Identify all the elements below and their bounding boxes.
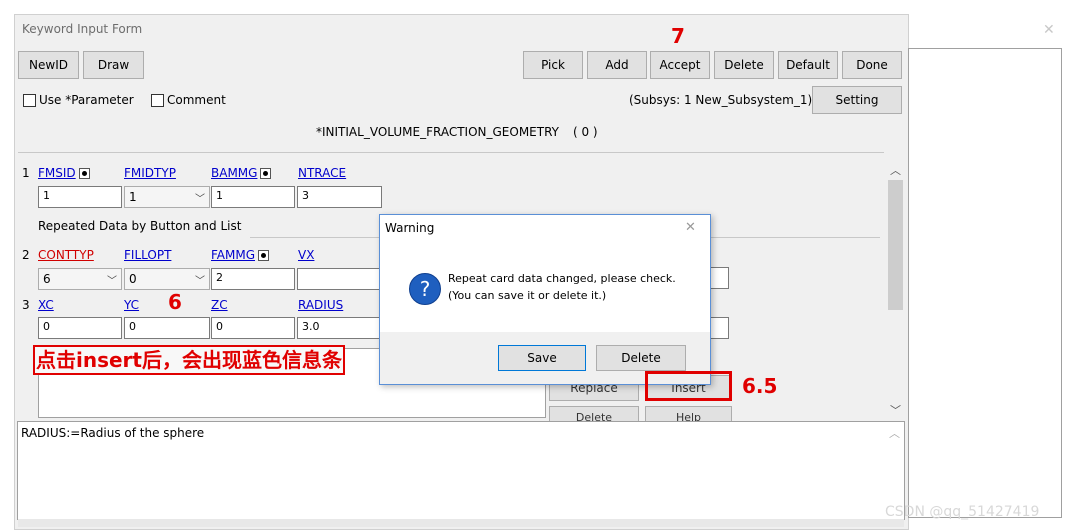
pick-dot-icon[interactable] bbox=[258, 250, 270, 261]
delete-button[interactable]: Delete bbox=[714, 51, 774, 79]
keyword-name: *INITIAL_VOLUME_FRACTION_GEOMETRY bbox=[316, 125, 559, 139]
xc-label[interactable]: XC bbox=[38, 298, 54, 312]
default-button[interactable]: Default bbox=[778, 51, 838, 79]
yc-link[interactable]: YC bbox=[124, 298, 139, 312]
yc-label[interactable]: YC bbox=[124, 298, 139, 312]
conttyp-select[interactable]: 6 ﹀ bbox=[38, 268, 122, 290]
bammg-label[interactable]: BAMMG bbox=[211, 166, 272, 180]
use-parameter-checkbox[interactable]: Use *Parameter bbox=[23, 93, 134, 107]
fammg-input[interactable]: 2 bbox=[211, 268, 295, 290]
vx-input[interactable] bbox=[297, 268, 382, 290]
separator bbox=[18, 152, 884, 153]
chevron-down-icon[interactable]: ﹀ bbox=[107, 272, 117, 287]
ntrace-label[interactable]: NTRACE bbox=[298, 166, 346, 180]
setting-button[interactable]: Setting bbox=[812, 86, 902, 114]
pick-dot-icon[interactable] bbox=[78, 168, 90, 179]
fillopt-select[interactable]: 0 ﹀ bbox=[124, 268, 210, 290]
fmidtyp-label[interactable]: FMIDTYP bbox=[124, 166, 176, 180]
xc-input[interactable]: 0 bbox=[38, 317, 122, 339]
watermark: CSDN @qq_51427419 bbox=[885, 504, 1040, 520]
fillopt-label[interactable]: FILLOPT bbox=[124, 248, 171, 262]
accept-button[interactable]: Accept bbox=[650, 51, 710, 79]
help-scroll-up-icon[interactable]: ︿ bbox=[889, 425, 900, 441]
ntrace-input[interactable]: 3 bbox=[297, 186, 382, 208]
radius-link[interactable]: RADIUS bbox=[298, 298, 343, 312]
list-delete-button[interactable]: Delete bbox=[549, 406, 639, 422]
add-button[interactable]: Add bbox=[587, 51, 647, 79]
help-text: RADIUS:=Radius of the sphere bbox=[21, 426, 205, 440]
card1-number: 1 bbox=[22, 166, 30, 180]
horizontal-scrollbar[interactable] bbox=[18, 519, 904, 527]
annotation-6-5: 6.5 bbox=[742, 374, 778, 398]
question-icon: ? bbox=[409, 273, 441, 305]
scrollbar-thumb[interactable] bbox=[888, 180, 903, 310]
scroll-up-icon[interactable]: ︿ bbox=[890, 162, 901, 178]
chevron-down-icon[interactable]: ﹀ bbox=[195, 190, 205, 205]
fillopt-link[interactable]: FILLOPT bbox=[124, 248, 171, 262]
subsystem-label: (Subsys: 1 New_Subsystem_1) bbox=[629, 93, 813, 107]
card3-number: 3 bbox=[22, 298, 30, 312]
fmsid-label[interactable]: FMSID bbox=[38, 166, 90, 180]
ntrace-link[interactable]: NTRACE bbox=[298, 166, 346, 180]
right-side-panel bbox=[908, 48, 1062, 518]
fmidtyp-value: 1 bbox=[129, 190, 137, 204]
radius-input[interactable]: 3.0 bbox=[297, 317, 382, 339]
fmidtyp-select[interactable]: 1 ﹀ bbox=[124, 186, 210, 208]
done-button[interactable]: Done bbox=[842, 51, 902, 79]
conttyp-label[interactable]: CONTTYP bbox=[38, 248, 94, 262]
comment-label: Comment bbox=[167, 93, 226, 107]
checkbox-icon bbox=[23, 94, 36, 107]
pick-button[interactable]: Pick bbox=[523, 51, 583, 79]
fmidtyp-link[interactable]: FMIDTYP bbox=[124, 166, 176, 180]
bammg-input[interactable]: 1 bbox=[211, 186, 295, 208]
chevron-down-icon[interactable]: ﹀ bbox=[195, 272, 205, 287]
radius-label[interactable]: RADIUS bbox=[298, 298, 343, 312]
dialog-delete-button[interactable]: Delete bbox=[596, 345, 686, 371]
fillopt-value: 0 bbox=[129, 272, 137, 286]
annotation-7: 7 bbox=[671, 24, 685, 48]
pick-dot-icon[interactable] bbox=[260, 168, 272, 179]
window-title: Keyword Input Form bbox=[22, 22, 143, 36]
annotation-6: 6 bbox=[168, 290, 182, 314]
newid-button[interactable]: NewID bbox=[18, 51, 79, 79]
keyword-count: ( 0 ) bbox=[572, 125, 598, 139]
checkbox-icon bbox=[151, 94, 164, 107]
xc-link[interactable]: XC bbox=[38, 298, 54, 312]
use-parameter-label: Use *Parameter bbox=[39, 93, 134, 107]
repeated-data-label: Repeated Data by Button and List bbox=[38, 219, 242, 233]
vx-label[interactable]: VX bbox=[298, 248, 314, 262]
bammg-link[interactable]: BAMMG bbox=[211, 166, 257, 180]
vx-link[interactable]: VX bbox=[298, 248, 314, 262]
draw-button[interactable]: Draw bbox=[83, 51, 144, 79]
fammg-link[interactable]: FAMMG bbox=[211, 248, 255, 262]
dialog-title: Warning bbox=[385, 221, 435, 235]
dialog-message-line2: (You can save it or delete it.) bbox=[448, 289, 607, 302]
close-icon[interactable]: ✕ bbox=[1043, 22, 1055, 38]
fammg-label[interactable]: FAMMG bbox=[211, 248, 270, 262]
dialog-save-button[interactable]: Save bbox=[498, 345, 586, 371]
close-icon[interactable]: ✕ bbox=[685, 220, 696, 235]
warning-dialog: Warning ✕ ? Repeat card data changed, pl… bbox=[379, 214, 711, 385]
conttyp-link[interactable]: CONTTYP bbox=[38, 248, 94, 262]
conttyp-value: 6 bbox=[43, 272, 51, 286]
fmsid-link[interactable]: FMSID bbox=[38, 166, 76, 180]
zc-link[interactable]: ZC bbox=[211, 298, 228, 312]
scroll-down-icon[interactable]: ﹀ bbox=[890, 402, 901, 418]
fmsid-input[interactable]: 1 bbox=[38, 186, 122, 208]
annotation-chinese-note: 点击insert后，会出现蓝色信息条 bbox=[33, 345, 345, 375]
yc-input[interactable]: 0 bbox=[124, 317, 210, 339]
zc-label[interactable]: ZC bbox=[211, 298, 228, 312]
dialog-message-line1: Repeat card data changed, please check. bbox=[448, 272, 676, 285]
annotation-box-insert bbox=[645, 371, 732, 401]
zc-input[interactable]: 0 bbox=[211, 317, 295, 339]
comment-checkbox[interactable]: Comment bbox=[151, 93, 226, 107]
help-button[interactable]: Help bbox=[645, 406, 732, 422]
card2-number: 2 bbox=[22, 248, 30, 262]
keyword-title: *INITIAL_VOLUME_FRACTION_GEOMETRY ( 0 ) bbox=[316, 125, 598, 139]
